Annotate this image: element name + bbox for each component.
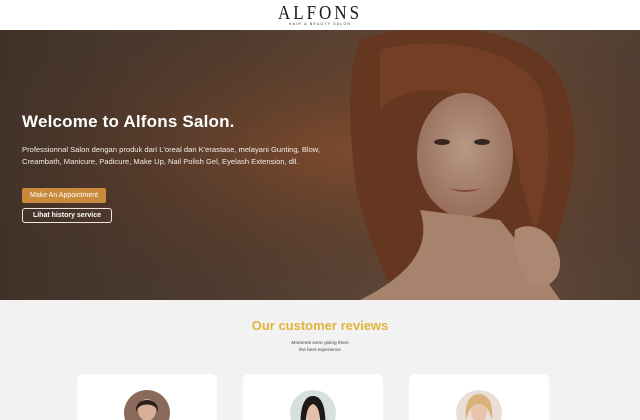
reviews-title: Our customer reviews <box>251 318 389 333</box>
review-card[interactable] <box>77 374 217 420</box>
reviews-subtitle-line-2: the best experience <box>299 348 341 353</box>
customer-reviews-section: Our customer reviews Moments were giving… <box>0 300 640 420</box>
make-appointment-button[interactable]: Make An Appointment <box>22 188 107 203</box>
reviews-subtitle: Moments were giving them the best experi… <box>0 340 640 354</box>
review-card[interactable] <box>243 374 383 420</box>
history-service-button[interactable]: Lihat history service <box>22 208 112 223</box>
salon-logo[interactable]: ALFONS hair & beauty salon <box>277 1 363 27</box>
logo-wordmark: ALFONS <box>277 1 363 24</box>
hero-banner: Welcome to Alfons Salon. Professionnal S… <box>0 30 640 300</box>
page: ALFONS hair & beauty salon <box>0 0 640 420</box>
reviews-subtitle-line-1: Moments were giving them <box>291 341 349 346</box>
reviewer-avatar <box>124 390 170 420</box>
reviewer-avatar <box>290 390 336 420</box>
review-card[interactable] <box>409 374 549 420</box>
hero-title: Welcome to Alfons Salon. <box>22 112 235 131</box>
hero-description: Professionnal Salon dengan produk dari L… <box>22 145 320 166</box>
top-header: ALFONS hair & beauty salon <box>0 0 640 30</box>
reviewer-avatar <box>456 390 502 420</box>
